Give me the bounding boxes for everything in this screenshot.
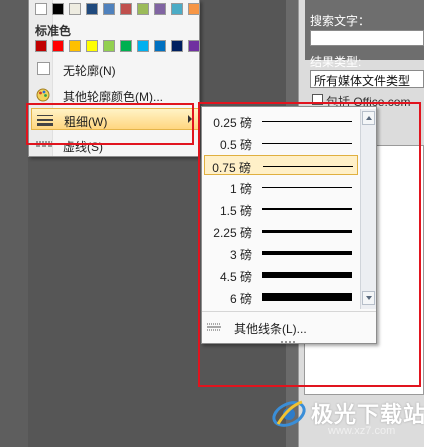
line-weight-option-label: 0.75 磅 — [212, 161, 251, 175]
submenu-arrow-icon — [188, 115, 192, 123]
line-weight-sample — [262, 143, 352, 144]
line-weight-item[interactable]: 粗细(W) — [31, 108, 199, 130]
line-weight-sample — [262, 187, 352, 188]
more-outline-colors-item[interactable]: 其他轮廓颜色(M)... — [31, 84, 199, 106]
theme-color-swatch[interactable] — [103, 3, 115, 15]
scroll-down-button[interactable] — [362, 291, 375, 305]
chevron-up-icon — [366, 116, 372, 120]
more-lines-item[interactable]: 其他线条(L)... — [203, 317, 375, 339]
line-weight-option-label: 1.5 磅 — [219, 204, 252, 218]
watermark-logo-icon — [272, 400, 306, 427]
result-type-select[interactable]: 所有媒体文件类型 — [310, 70, 424, 88]
line-weight-sample — [262, 230, 352, 233]
dashes-icon — [36, 141, 52, 147]
gallery-scrollbar[interactable] — [360, 109, 376, 309]
standard-color-swatch[interactable] — [137, 40, 149, 52]
line-weight-option-label: 1 磅 — [229, 182, 252, 196]
dashes-item[interactable]: 虚线(S) — [31, 134, 199, 156]
line-weight-sample — [262, 121, 352, 122]
more-lines-label: 其他线条(L)... — [234, 322, 307, 336]
theme-color-swatch[interactable] — [154, 3, 166, 15]
dashes-label: 虚线(S) — [63, 140, 103, 154]
line-weight-sample — [262, 208, 352, 210]
line-weight-option[interactable]: 2.25 磅 — [204, 221, 358, 241]
theme-color-swatch[interactable] — [35, 3, 47, 15]
result-type-label: 结果类型: — [310, 55, 362, 69]
search-text-label: 搜索文字： — [310, 14, 371, 28]
line-weight-option[interactable]: 0.75 磅 — [204, 155, 358, 175]
standard-color-swatch[interactable] — [103, 40, 115, 52]
line-weight-option[interactable]: 1.5 磅 — [204, 199, 358, 219]
line-weight-label: 粗细(W) — [64, 115, 108, 129]
theme-color-swatch[interactable] — [137, 3, 149, 15]
theme-color-swatch[interactable] — [171, 3, 183, 15]
line-weight-option[interactable]: 0.25 磅 — [204, 111, 358, 131]
theme-color-swatch[interactable] — [69, 3, 81, 15]
scroll-up-button[interactable] — [362, 111, 375, 125]
line-weight-option-label: 0.5 磅 — [219, 138, 252, 152]
submenu-footer: 其他线条(L)... — [202, 311, 376, 345]
line-weight-icon — [37, 115, 53, 126]
line-weight-sample — [262, 251, 352, 255]
standard-colors-heading: 标准色 — [35, 24, 72, 38]
theme-color-swatch[interactable] — [120, 3, 132, 15]
shape-outline-menu: 标准色 无轮廓(N) 其他轮廓颜色(M)... 粗细(W) 虚线(S) — [28, 0, 200, 157]
line-weight-option-label: 2.25 磅 — [213, 226, 252, 240]
theme-color-swatch[interactable] — [188, 3, 200, 15]
line-weight-sample — [263, 166, 353, 167]
theme-color-swatch[interactable] — [86, 3, 98, 15]
resize-grip-icon[interactable] — [280, 340, 296, 344]
chevron-down-icon — [366, 296, 372, 300]
line-weight-sample — [262, 293, 352, 301]
line-weight-option-label: 0.25 磅 — [213, 116, 252, 130]
no-outline-label: 无轮廓(N) — [63, 64, 116, 78]
standard-color-swatch[interactable] — [35, 40, 47, 52]
line-weight-submenu: 0.25 磅 0.5 磅 0.75 磅 1 磅 1.5 磅 2.25 磅 3 磅 4.5 磅 6… — [201, 106, 377, 344]
line-weight-option[interactable]: 1 磅 — [204, 177, 358, 197]
standard-color-swatch[interactable] — [86, 40, 98, 52]
line-weight-option-label: 4.5 磅 — [219, 270, 252, 284]
more-outline-colors-label: 其他轮廓颜色(M)... — [63, 90, 163, 104]
no-outline-icon — [37, 62, 50, 75]
line-weight-sample — [262, 272, 352, 278]
no-outline-item[interactable]: 无轮廓(N) — [31, 58, 199, 80]
background-left — [0, 0, 28, 447]
standard-color-swatch[interactable] — [69, 40, 81, 52]
standard-color-swatch[interactable] — [171, 40, 183, 52]
include-office-checkbox[interactable] — [312, 94, 323, 105]
standard-color-swatch[interactable] — [188, 40, 200, 52]
standard-color-swatch[interactable] — [52, 40, 64, 52]
line-weight-option-label: 6 磅 — [229, 292, 252, 306]
watermark-url: www.xz7.com — [328, 425, 396, 437]
line-weight-option[interactable]: 0.5 磅 — [204, 133, 358, 153]
color-palette-icon — [36, 88, 50, 102]
theme-color-swatch[interactable] — [52, 3, 64, 15]
line-weight-option[interactable]: 3 磅 — [204, 243, 358, 263]
standard-color-swatch[interactable] — [154, 40, 166, 52]
line-weight-option[interactable]: 6 磅 — [204, 287, 358, 307]
search-text-input[interactable] — [310, 30, 424, 46]
more-lines-icon — [207, 323, 221, 331]
line-weight-option[interactable]: 4.5 磅 — [204, 265, 358, 285]
standard-color-swatch[interactable] — [120, 40, 132, 52]
line-weight-option-label: 3 磅 — [229, 248, 252, 262]
